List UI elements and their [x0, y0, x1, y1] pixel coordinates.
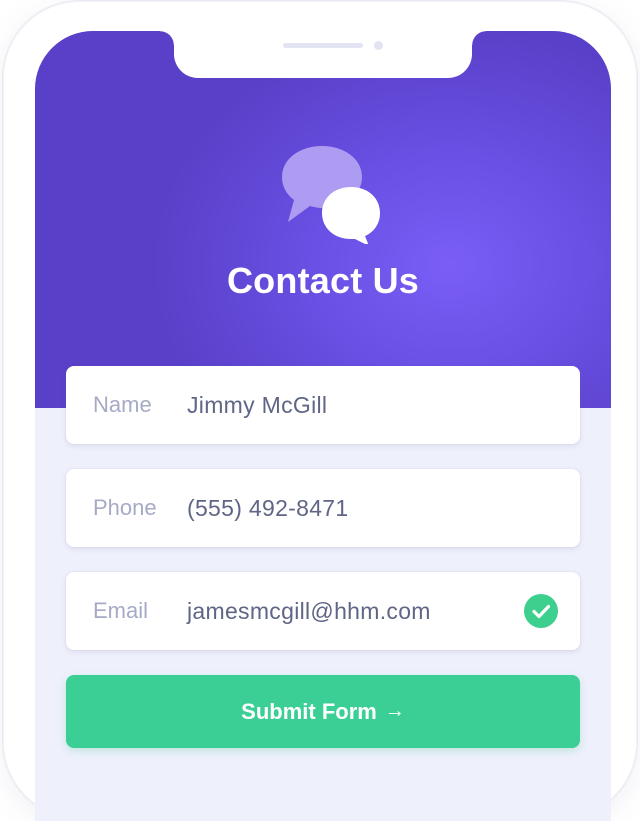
- phone-label: Phone: [93, 495, 157, 520]
- name-field[interactable]: Name Jimmy McGill: [66, 366, 580, 444]
- email-label: Email: [93, 598, 149, 623]
- name-input[interactable]: Jimmy McGill: [187, 366, 517, 444]
- check-circle-icon: [524, 594, 558, 628]
- phone-frame: Contact Us Name Jimmy McGill Phone (555)…: [2, 0, 638, 821]
- speaker-grille: [283, 43, 363, 48]
- email-field[interactable]: Email jamesmcgill@hhm.com: [66, 572, 580, 650]
- submit-label: Submit Form: [241, 698, 377, 724]
- page-title: Contact Us: [226, 260, 420, 301]
- camera-dot: [374, 41, 383, 50]
- app-screen: Contact Us Name Jimmy McGill Phone (555)…: [35, 31, 611, 821]
- name-label: Name: [93, 392, 152, 417]
- phone-input[interactable]: (555) 492-8471: [187, 469, 517, 547]
- phone-field[interactable]: Phone (555) 492-8471: [66, 469, 580, 547]
- email-input[interactable]: jamesmcgill@hhm.com: [187, 572, 517, 650]
- submit-form-button[interactable]: Submit Form →: [66, 675, 580, 748]
- phone-notch: [160, 31, 486, 78]
- arrow-right-icon: →: [384, 700, 405, 722]
- chat-bubbles-icon: [282, 146, 380, 244]
- header-hero: Contact Us: [35, 31, 611, 408]
